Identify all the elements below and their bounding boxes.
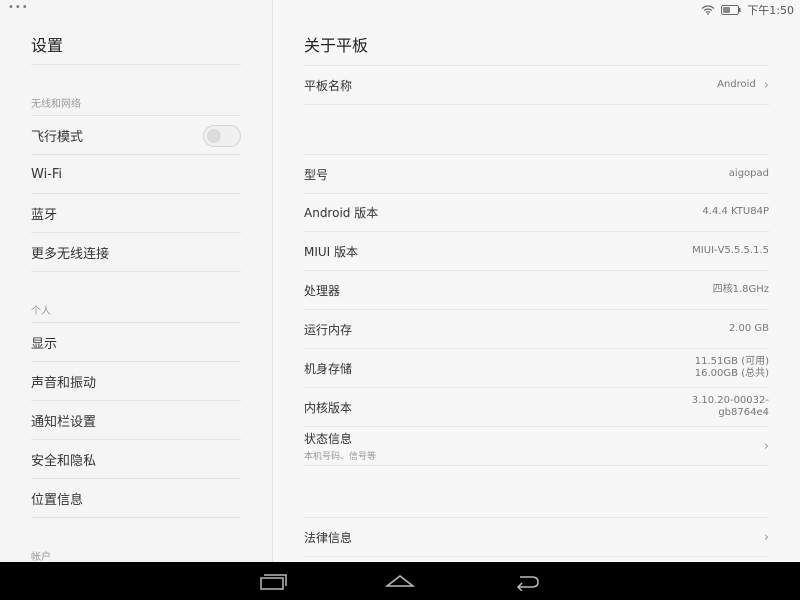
- sidebar-item-wifi[interactable]: Wi‑Fi: [31, 155, 241, 194]
- sidebar-item-notification[interactable]: 通知栏设置: [31, 401, 241, 440]
- kernel-line-2: gb8764e4: [718, 407, 769, 418]
- row-label: 机身存储: [304, 361, 353, 376]
- home-icon[interactable]: [385, 571, 415, 591]
- row-label: 法律信息: [304, 530, 353, 545]
- sidebar-item-more-wireless[interactable]: 更多无线连接: [31, 233, 241, 272]
- battery-icon: [721, 5, 741, 15]
- sidebar-item-label: 飞行模式: [31, 129, 84, 145]
- row-value: 11.51GB (可用) 16.00GB (总共): [695, 356, 769, 380]
- row-value: 2.00 GB: [728, 323, 769, 334]
- section-label-wireless: 无线和网络: [31, 99, 81, 110]
- wifi-icon: [701, 5, 715, 15]
- chevron-right-icon: ›: [763, 77, 769, 93]
- sidebar-item-label: Wi‑Fi: [31, 166, 63, 182]
- sidebar-item-label: 安全和隐私: [31, 453, 97, 469]
- row-subtext: 本机号码、信号等: [304, 452, 377, 462]
- row-miui-version[interactable]: MIUI 版本 MIUI‑V5.5.5.1.5: [304, 232, 769, 271]
- row-value: 四核1.8GHz: [712, 284, 769, 295]
- row-value: 4.4.4 KTU84P: [702, 206, 769, 217]
- row-kernel: 内核版本 3.10.20‑00032‑ gb8764e4: [304, 388, 769, 427]
- kernel-line-1: 3.10.20‑00032‑: [691, 395, 769, 406]
- sidebar-item-sound[interactable]: 声音和振动: [31, 362, 241, 401]
- sidebar-item-security[interactable]: 安全和隐私: [31, 440, 241, 479]
- divider: [31, 64, 241, 65]
- status-time: 下午1:50: [747, 4, 794, 17]
- row-label: 处理器: [304, 283, 341, 298]
- chevron-right-icon: ›: [763, 438, 769, 454]
- airplane-mode-toggle[interactable]: [203, 125, 241, 147]
- status-bar: 下午1:50: [701, 2, 794, 18]
- storage-total: 16.00GB (总共): [694, 368, 769, 379]
- sidebar-item-label: 通知栏设置: [31, 414, 97, 430]
- sidebar-item-label: 位置信息: [31, 492, 84, 508]
- row-label: Android 版本: [304, 205, 379, 220]
- row-ram: 运行内存 2.00 GB: [304, 310, 769, 349]
- recent-apps-icon[interactable]: [258, 571, 288, 591]
- row-value: Android: [717, 79, 756, 90]
- page-title: 关于平板: [304, 36, 369, 55]
- sidebar-item-label: 蓝牙: [31, 207, 58, 223]
- row-storage: 机身存储 11.51GB (可用) 16.00GB (总共): [304, 349, 769, 388]
- sidebar-item-bluetooth[interactable]: 蓝牙: [31, 194, 241, 233]
- toggle-knob: [207, 129, 221, 143]
- row-value: MIUI‑V5.5.5.1.5: [692, 245, 769, 256]
- system-nav-bar: [0, 562, 800, 600]
- sidebar-item-airplane-mode[interactable]: 飞行模式: [31, 116, 241, 155]
- about-tablet-panel: 下午1:50 关于平板 平板名称 Android › 型号 aigopad An…: [273, 0, 800, 562]
- row-label: 型号: [304, 167, 329, 182]
- overflow-dots-icon[interactable]: •••: [8, 2, 29, 13]
- section-label-account: 帐户: [31, 552, 51, 562]
- row-label: 平板名称: [304, 78, 353, 93]
- sidebar-item-label: 更多无线连接: [31, 246, 110, 262]
- settings-sidebar: ••• 设置 无线和网络 飞行模式 Wi‑Fi 蓝牙 更多无线连接 个人 显示 …: [0, 0, 273, 562]
- chevron-right-icon: ›: [763, 529, 769, 545]
- row-value: 3.10.20‑00032‑ gb8764e4: [692, 395, 769, 419]
- row-device-name[interactable]: 平板名称 Android ›: [304, 65, 769, 105]
- row-processor: 处理器 四核1.8GHz: [304, 271, 769, 310]
- row-label: 运行内存: [304, 322, 353, 337]
- storage-available: 11.51GB (可用): [694, 356, 769, 367]
- sidebar-item-display[interactable]: 显示: [31, 323, 241, 362]
- row-status-info[interactable]: 状态信息 本机号码、信号等 ›: [304, 427, 769, 466]
- row-value: aigopad: [728, 168, 769, 179]
- row-label-group: 状态信息 本机号码、信号等: [304, 430, 376, 462]
- sidebar-title: 设置: [31, 36, 64, 55]
- row-label: 内核版本: [304, 400, 353, 415]
- row-android-version[interactable]: Android 版本 4.4.4 KTU84P: [304, 193, 769, 232]
- row-legal[interactable]: 法律信息 ›: [304, 517, 769, 557]
- section-label-personal: 个人: [31, 306, 51, 317]
- sidebar-item-label: 声音和振动: [31, 375, 97, 391]
- row-label: MIUI 版本: [304, 244, 359, 259]
- row-model: 型号 aigopad: [304, 154, 769, 194]
- sidebar-item-label: 显示: [31, 336, 58, 352]
- row-label: 状态信息: [304, 432, 353, 446]
- sidebar-item-location[interactable]: 位置信息: [31, 479, 241, 518]
- back-icon[interactable]: [512, 571, 542, 591]
